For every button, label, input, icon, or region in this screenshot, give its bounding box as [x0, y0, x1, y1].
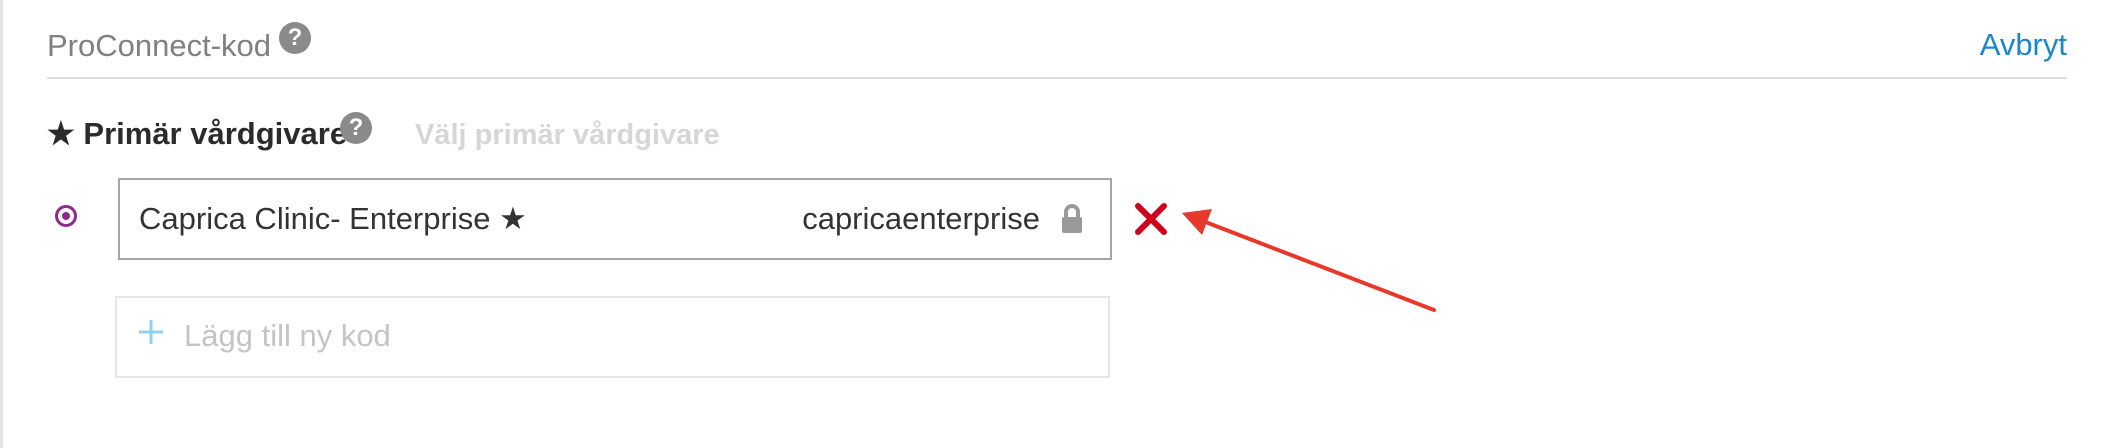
add-code-label: Lägg till ny kod: [184, 318, 391, 353]
annotation-arrow-icon: [1182, 209, 1436, 312]
section-divider: [47, 77, 2067, 79]
clinic-name: Caprica Clinic- Enterprise ★: [139, 201, 527, 236]
help-icon[interactable]: ?: [279, 22, 311, 54]
close-icon[interactable]: [1133, 201, 1169, 237]
radio-selected-icon: [62, 212, 70, 220]
lock-icon: [1062, 204, 1082, 233]
plus-icon: [139, 320, 163, 344]
code-value: capricaenterprise: [802, 201, 1040, 236]
cancel-link[interactable]: Avbryt: [1980, 25, 2067, 65]
code-row: Caprica Clinic- Enterprise ★ capricaente…: [118, 178, 1112, 260]
left-border: [0, 0, 3, 448]
primary-provider-select[interactable]: Välj primär vårdgivare: [415, 115, 720, 155]
add-code-button[interactable]: Lägg till ny kod: [115, 296, 1110, 378]
section-title: ProConnect-kod: [47, 28, 272, 63]
primary-radio-button[interactable]: [55, 205, 77, 227]
primary-help-icon[interactable]: ?: [340, 112, 372, 144]
primary-provider-label: ★ Primär vårdgivare: [47, 116, 348, 151]
